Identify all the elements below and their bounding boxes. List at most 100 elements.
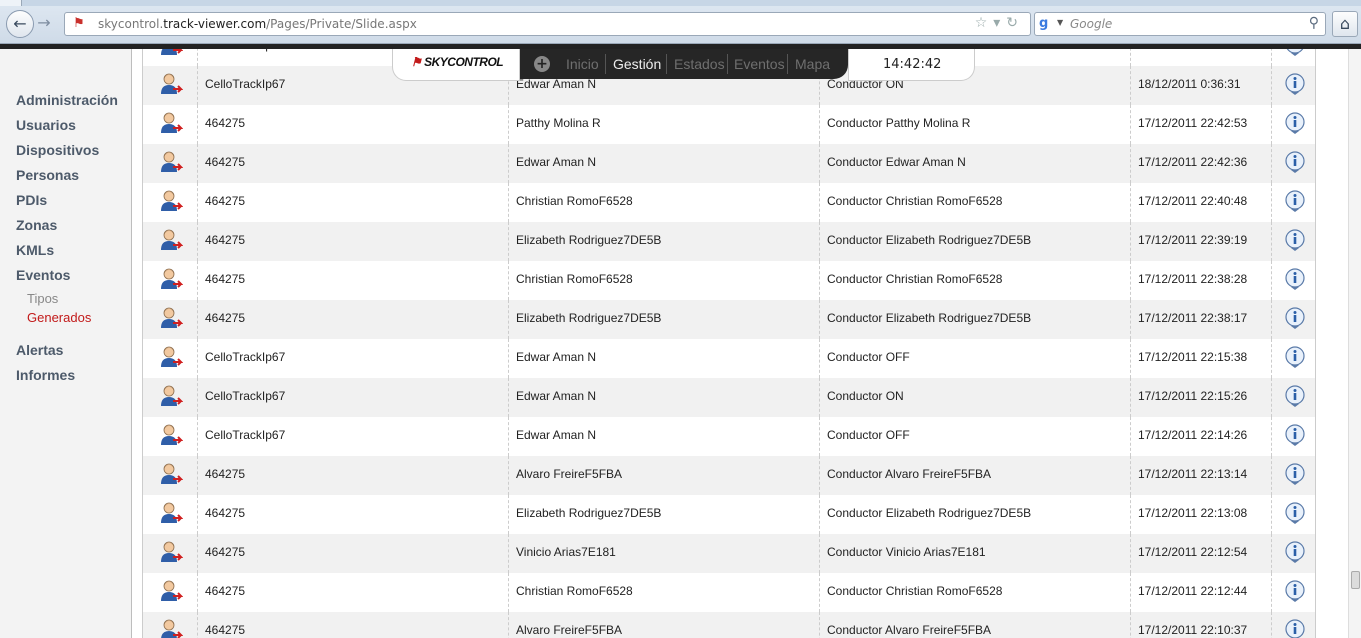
table-row[interactable]: 464275 Alvaro FreireF5FBA Conductor Alvaro…	[143, 612, 1315, 638]
row-info-cell[interactable]	[1272, 105, 1315, 144]
table-row[interactable]: 464275 Elizabeth Rodriguez7DE5B Conductor …	[143, 300, 1315, 339]
row-info-cell[interactable]	[1272, 456, 1315, 495]
table-row[interactable]: 464275 Vinicio Arias7E181 Conductor Vinici…	[143, 534, 1315, 573]
forward-button[interactable]: →	[33, 10, 55, 38]
row-info-cell[interactable]	[1272, 222, 1315, 261]
info-icon[interactable]	[1285, 112, 1305, 134]
search-engine-icon[interactable]: g	[1039, 16, 1055, 32]
info-icon[interactable]	[1285, 385, 1305, 407]
search-icon[interactable]: ⚲	[1309, 15, 1319, 31]
info-icon[interactable]	[1285, 346, 1305, 368]
info-icon[interactable]	[1285, 229, 1305, 251]
search-bar[interactable]: g ▼ Google ⚲	[1034, 12, 1326, 36]
top-nav: ⚑ SKYCONTROL + Inicio Gestión Estados Ev…	[392, 49, 975, 82]
table-row[interactable]: CelloTrackIp67 Edwar Aman N Conductor OFF 1…	[143, 339, 1315, 378]
row-info-cell[interactable]	[1272, 573, 1315, 612]
address-bar[interactable]: ⚑ skycontrol.track-viewer.com/Pages/Priv…	[64, 12, 1031, 36]
browser-tab[interactable]	[0, 0, 22, 6]
sidebar-subitem-generados[interactable]: Generados	[16, 310, 118, 329]
row-device: 464275	[198, 573, 509, 612]
nav-link-inicio[interactable]: Inicio	[566, 56, 599, 72]
person-event-icon	[159, 111, 184, 135]
clock-time: 14:42:42	[883, 57, 942, 72]
nav-divider	[787, 54, 788, 74]
sidebar-item-informes[interactable]: Informes	[16, 366, 118, 391]
table-row[interactable]: CelloTrackIp67 Edwar Aman N Conductor OFF 1…	[143, 417, 1315, 456]
plus-icon[interactable]: +	[534, 56, 550, 72]
main-content: CelloTrackIp67 18/12/2011 0:00:23 CelloTra…	[132, 49, 1361, 638]
info-icon[interactable]	[1285, 619, 1305, 638]
info-icon[interactable]	[1285, 463, 1305, 485]
row-info-cell[interactable]	[1272, 534, 1315, 573]
row-info-cell[interactable]	[1272, 339, 1315, 378]
row-info-cell[interactable]	[1272, 612, 1315, 638]
sidebar-item-administracion[interactable]: Administración	[16, 91, 118, 116]
info-icon[interactable]	[1285, 424, 1305, 446]
sidebar-item-dispositivos[interactable]: Dispositivos	[16, 141, 118, 166]
row-event: Conductor Alvaro FreireF5FBA	[820, 456, 1131, 495]
back-button[interactable]: ←	[6, 10, 34, 38]
row-info-cell[interactable]	[1272, 378, 1315, 417]
person-event-icon	[159, 462, 184, 486]
sidebar-subitem-tipos[interactable]: Tipos	[16, 291, 118, 310]
table-row[interactable]: 464275 Christian RomoF6528 Conductor Chris…	[143, 183, 1315, 222]
row-person: Christian RomoF6528	[509, 183, 820, 222]
row-event: Conductor Elizabeth Rodriguez7DE5B	[820, 495, 1131, 534]
row-info-cell[interactable]	[1272, 144, 1315, 183]
sidebar-item-zonas[interactable]: Zonas	[16, 216, 118, 241]
info-icon[interactable]	[1285, 541, 1305, 563]
row-info-cell[interactable]	[1272, 417, 1315, 456]
sidebar-item-pdis[interactable]: PDIs	[16, 191, 118, 216]
row-info-cell[interactable]	[1272, 300, 1315, 339]
table-row[interactable]: 464275 Elizabeth Rodriguez7DE5B Conductor …	[143, 222, 1315, 261]
person-event-icon	[159, 384, 184, 408]
row-info-cell[interactable]	[1272, 66, 1315, 105]
logo[interactable]: ⚑ SKYCONTROL	[392, 49, 520, 81]
row-person-cell	[143, 339, 198, 378]
sidebar-item-kmls[interactable]: KMLs	[16, 241, 118, 266]
info-icon[interactable]	[1285, 580, 1305, 602]
nav-link-eventos[interactable]: Eventos	[734, 56, 785, 72]
page-scrollbar[interactable]	[1348, 49, 1361, 638]
info-icon[interactable]	[1285, 49, 1305, 56]
events-table: CelloTrackIp67 18/12/2011 0:00:23 CelloTra…	[142, 49, 1316, 638]
info-icon[interactable]	[1285, 73, 1305, 95]
row-person-cell	[143, 534, 198, 573]
row-info-cell[interactable]	[1272, 49, 1315, 66]
row-event: Conductor OFF	[820, 417, 1131, 456]
row-person: Christian RomoF6528	[509, 261, 820, 300]
row-person-cell	[143, 105, 198, 144]
table-row[interactable]: 464275 Alvaro FreireF5FBA Conductor Alvaro…	[143, 456, 1315, 495]
home-button[interactable]: ⌂	[1332, 11, 1358, 37]
table-row[interactable]: CelloTrackIp67 Edwar Aman N Conductor ON 17…	[143, 378, 1315, 417]
row-device: 464275	[198, 222, 509, 261]
nav-link-gestion[interactable]: Gestión	[613, 56, 661, 72]
search-engine-dropdown-icon[interactable]: ▼	[1057, 18, 1063, 27]
sidebar-item-eventos[interactable]: Eventos	[16, 266, 118, 291]
row-device: 464275	[198, 534, 509, 573]
sidebar-item-personas[interactable]: Personas	[16, 166, 118, 191]
sidebar-item-alertas[interactable]: Alertas	[16, 341, 118, 366]
sidebar-item-usuarios[interactable]: Usuarios	[16, 116, 118, 141]
row-info-cell[interactable]	[1272, 495, 1315, 534]
bookmark-star-icon[interactable]: ☆▾↻	[975, 15, 1024, 31]
row-info-cell[interactable]	[1272, 261, 1315, 300]
nav-link-mapa[interactable]: Mapa	[795, 56, 830, 72]
info-icon[interactable]	[1285, 268, 1305, 290]
info-icon[interactable]	[1285, 190, 1305, 212]
person-event-icon	[159, 49, 184, 57]
row-person-cell	[143, 573, 198, 612]
person-event-icon	[159, 540, 184, 564]
table-row[interactable]: 464275 Christian RomoF6528 Conductor Chris…	[143, 261, 1315, 300]
row-person-cell	[143, 222, 198, 261]
table-row[interactable]: 464275 Edwar Aman N Conductor Edwar Aman N…	[143, 144, 1315, 183]
info-icon[interactable]	[1285, 151, 1305, 173]
scrollbar-thumb[interactable]	[1351, 571, 1360, 589]
row-info-cell[interactable]	[1272, 183, 1315, 222]
table-row[interactable]: 464275 Elizabeth Rodriguez7DE5B Conductor …	[143, 495, 1315, 534]
table-row[interactable]: 464275 Patthy Molina R Conductor Patthy Mo…	[143, 105, 1315, 144]
table-row[interactable]: 464275 Christian RomoF6528 Conductor Chris…	[143, 573, 1315, 612]
info-icon[interactable]	[1285, 307, 1305, 329]
info-icon[interactable]	[1285, 502, 1305, 524]
nav-link-estados[interactable]: Estados	[674, 56, 725, 72]
